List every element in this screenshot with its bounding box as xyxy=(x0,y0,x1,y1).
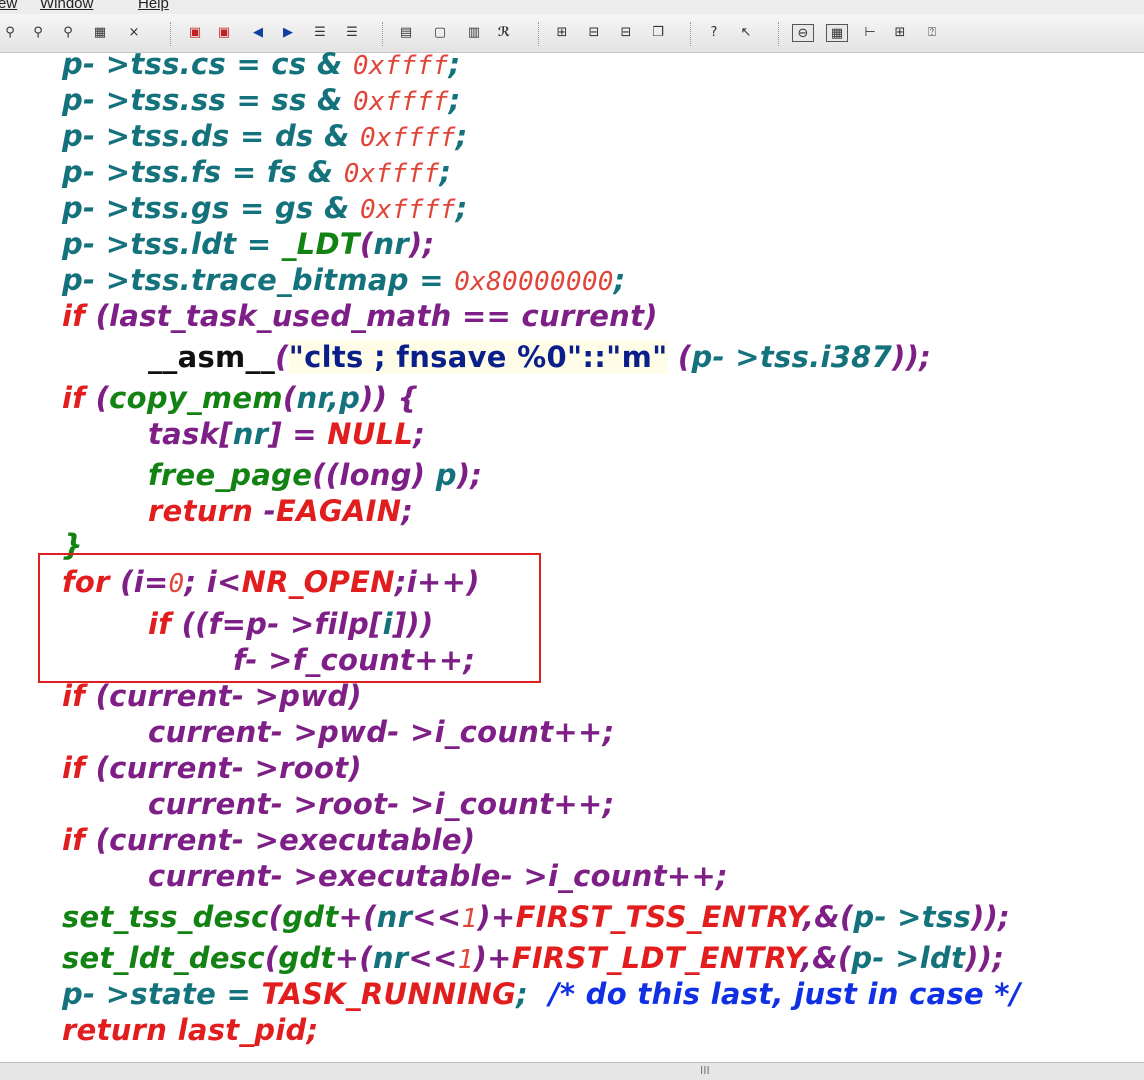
toolbar-separator xyxy=(778,22,781,46)
relation-graph-icon[interactable]: ⊞ xyxy=(890,24,910,42)
menu-view[interactable]: ew xyxy=(0,0,17,12)
status-bar: III xyxy=(0,1062,1144,1080)
find-next-icon[interactable]: ⚲ xyxy=(58,24,78,42)
code-line: if (current- >root) xyxy=(62,751,362,785)
tree-icon[interactable]: ⊢ xyxy=(860,24,880,42)
search-replace-icon[interactable]: × xyxy=(124,24,144,42)
code-line: return -EAGAIN; xyxy=(148,494,414,528)
code-line: if (last_task_used_math == current) xyxy=(62,299,658,333)
toggle-view-icon[interactable]: ⊖ xyxy=(792,24,814,42)
code-line: if (current- >pwd) xyxy=(62,679,362,713)
scroll-grip[interactable]: III xyxy=(700,1064,710,1077)
toolbar-separator xyxy=(170,22,173,46)
tile-icon[interactable]: ⊞ xyxy=(552,24,572,42)
window-horizontal-icon[interactable]: ⊟ xyxy=(584,24,604,42)
code-line: p- >tss.cs = cs & 0xffff; xyxy=(62,52,461,81)
code-line: return last_pid; xyxy=(62,1013,319,1047)
code-line: current- >root- >i_count++; xyxy=(148,787,615,821)
cascade-icon[interactable]: ❐ xyxy=(648,24,668,42)
code-line: p- >tss.trace_bitmap = 0x80000000; xyxy=(62,263,626,297)
find-icon[interactable]: ⚲ xyxy=(0,24,20,42)
code-line: current- >executable- >i_count++; xyxy=(148,859,728,893)
code-line: task[nr] = NULL; xyxy=(148,417,426,451)
code-line: p- >tss.ldt = _LDT(nr); xyxy=(62,227,435,261)
bookmark-icon[interactable]: ▣ xyxy=(185,24,205,42)
outdent-icon[interactable]: ☰ xyxy=(342,24,362,42)
file-icon[interactable]: ▤ xyxy=(396,24,416,42)
toolbar: ⚲ ⚲ ⚲ ▦ × ▣ ▣ ◀ ▶ ☰ ☰ ▤ ▢ ▥ ℛ ⊞ ⊟ ⊟ ❐ ? … xyxy=(0,14,1144,53)
code-line: p- >tss.fs = fs & 0xffff; xyxy=(62,155,452,189)
new-file-icon[interactable]: ▢ xyxy=(430,24,450,42)
code-line: free_page((long) p); xyxy=(148,458,483,492)
toolbar-separator xyxy=(382,22,385,46)
relation-icon[interactable]: ℛ xyxy=(494,24,514,42)
forward-arrow-icon[interactable]: ▶ xyxy=(278,24,298,42)
context-help-icon[interactable]: ? xyxy=(704,24,724,42)
toolbar-separator xyxy=(538,22,541,46)
code-line: set_tss_desc(gdt+(nr<<1)+FIRST_TSS_ENTRY… xyxy=(62,900,1011,934)
code-line: current- >pwd- >i_count++; xyxy=(148,715,615,749)
back-arrow-icon[interactable]: ◀ xyxy=(248,24,268,42)
menu-help[interactable]: Help xyxy=(138,0,169,12)
code-line: p- >tss.gs = gs & 0xffff; xyxy=(62,191,468,225)
annotation-highlight-box xyxy=(38,553,541,683)
menu-window[interactable]: Window xyxy=(40,0,93,12)
code-line: p- >tss.ds = ds & 0xffff; xyxy=(62,119,468,153)
code-line: if (copy_mem(nr,p)) { xyxy=(62,381,419,415)
book-icon[interactable]: ▥ xyxy=(464,24,484,42)
symbol-window-icon[interactable]: ▦ xyxy=(826,24,848,42)
menu-bar: ew Window Help xyxy=(0,0,1144,14)
info-icon[interactable]: ⍰ xyxy=(922,24,942,42)
toolbar-separator xyxy=(690,22,693,46)
bookmark-next-icon[interactable]: ▣ xyxy=(214,24,234,42)
indent-icon[interactable]: ☰ xyxy=(310,24,330,42)
code-line: p- >state = TASK_RUNNING; /* do this las… xyxy=(62,977,1021,1011)
code-line: set_ldt_desc(gdt+(nr<<1)+FIRST_LDT_ENTRY… xyxy=(62,941,1005,975)
code-line: if (current- >executable) xyxy=(62,823,476,857)
find-prev-icon[interactable]: ⚲ xyxy=(28,24,48,42)
replace-icon[interactable]: ▦ xyxy=(90,24,110,42)
window-vertical-icon[interactable]: ⊟ xyxy=(616,24,636,42)
pointer-help-icon[interactable]: ↖ xyxy=(736,24,756,42)
code-line: __asm__("clts ; fnsave %0"::"m" (p- >tss… xyxy=(148,340,932,374)
code-line: p- >tss.ss = ss & 0xffff; xyxy=(62,83,461,117)
